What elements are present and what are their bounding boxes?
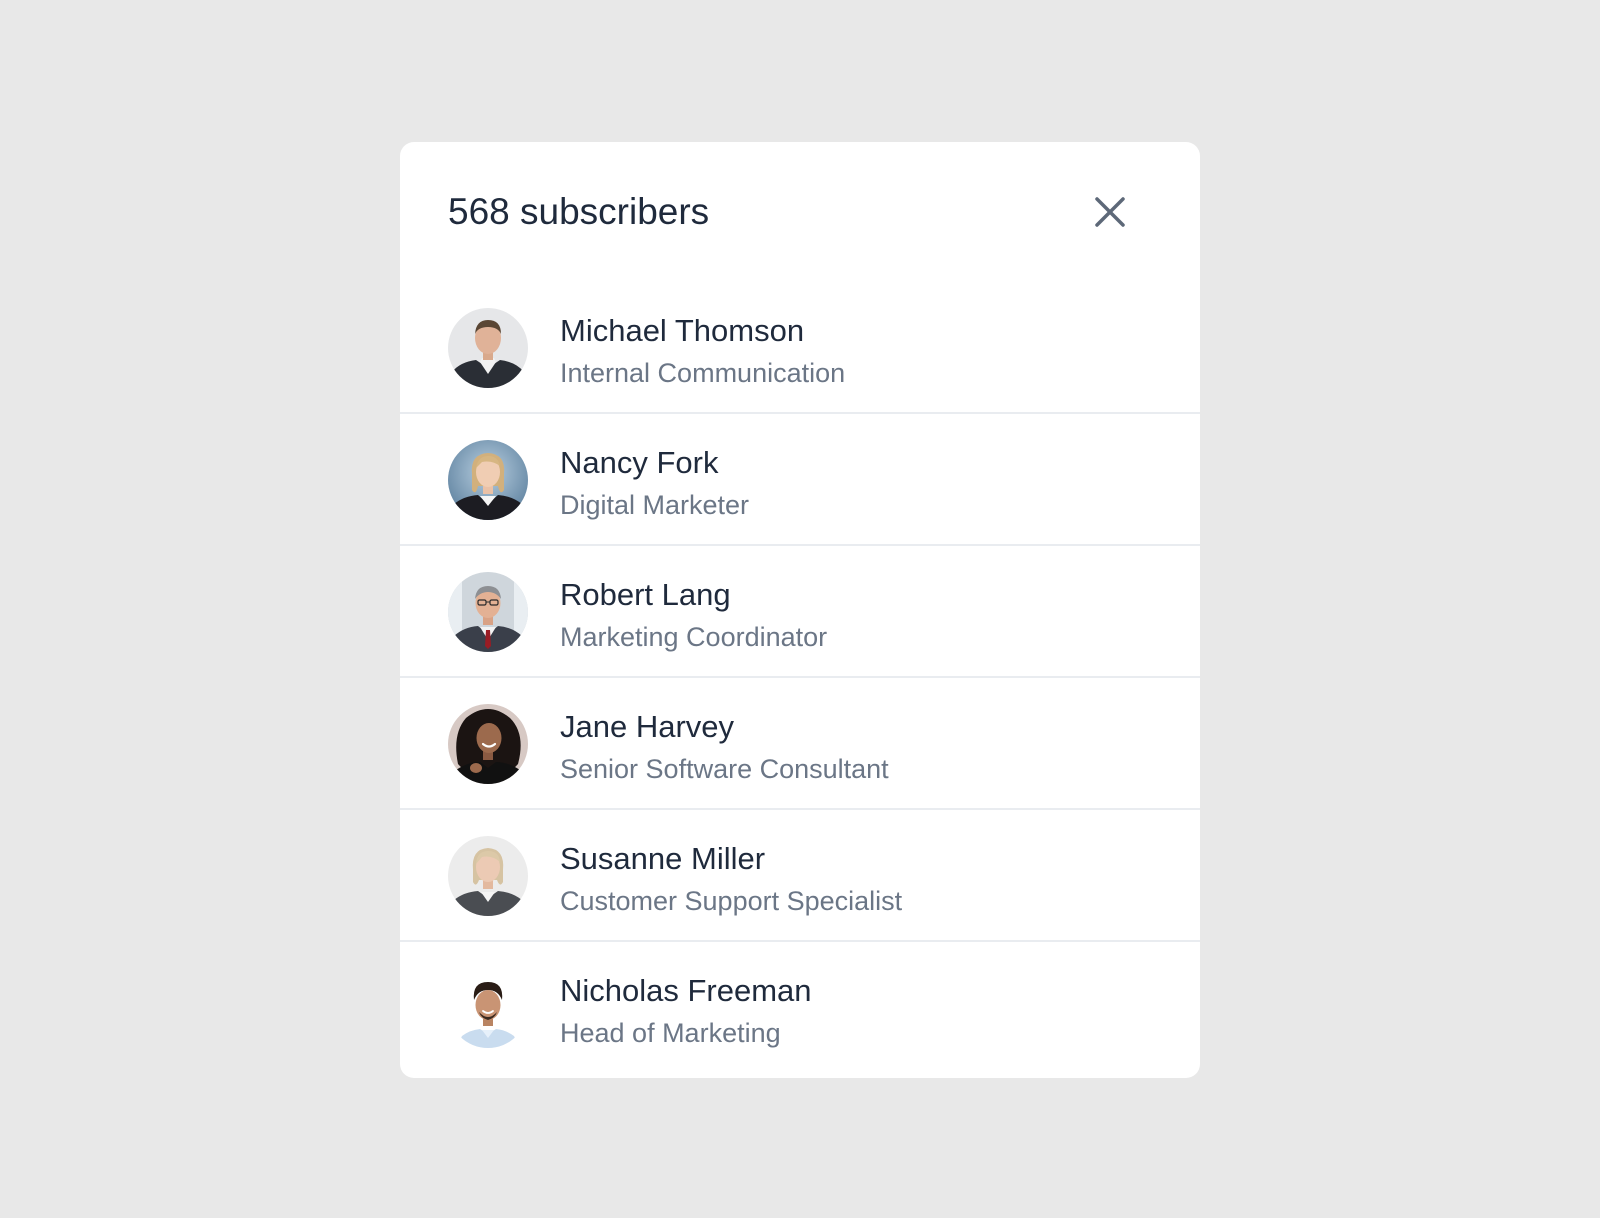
- avatar: [448, 308, 528, 388]
- list-item[interactable]: Susanne Miller Customer Support Speciali…: [400, 810, 1200, 942]
- list-item[interactable]: Nancy Fork Digital Marketer: [400, 414, 1200, 546]
- subscriber-list: Michael Thomson Internal Communication N…: [400, 282, 1200, 1074]
- avatar: [448, 704, 528, 784]
- subscriber-role: Digital Marketer: [560, 490, 750, 520]
- subscriber-name: Nicholas Freeman: [560, 973, 812, 1008]
- subscriber-role: Senior Software Consultant: [560, 754, 889, 784]
- subscribers-modal: 568 subscribers Michael Thomson Internal…: [400, 142, 1200, 1078]
- modal-header: 568 subscribers: [400, 142, 1200, 282]
- list-item[interactable]: Nicholas Freeman Head of Marketing: [400, 942, 1200, 1074]
- modal-title: 568 subscribers: [448, 191, 710, 232]
- list-item[interactable]: Michael Thomson Internal Communication: [400, 282, 1200, 414]
- subscriber-name: Michael Thomson: [560, 313, 805, 348]
- subscriber-role: Internal Communication: [560, 358, 846, 388]
- subscriber-role: Marketing Coordinator: [560, 622, 828, 652]
- avatar: [448, 440, 528, 520]
- close-icon: [1095, 197, 1125, 227]
- subscriber-name: Robert Lang: [560, 577, 731, 612]
- subscriber-name: Susanne Miller: [560, 841, 766, 876]
- subscriber-role: Head of Marketing: [560, 1018, 781, 1048]
- avatar: [448, 968, 528, 1048]
- subscriber-name: Jane Harvey: [560, 709, 735, 744]
- close-button[interactable]: [1092, 194, 1128, 230]
- subscriber-name: Nancy Fork: [560, 445, 719, 480]
- list-item[interactable]: Robert Lang Marketing Coordinator: [400, 546, 1200, 678]
- subscriber-role: Customer Support Specialist: [560, 886, 903, 916]
- avatar: [448, 572, 528, 652]
- avatar: [448, 836, 528, 916]
- list-item[interactable]: Jane Harvey Senior Software Consultant: [400, 678, 1200, 810]
